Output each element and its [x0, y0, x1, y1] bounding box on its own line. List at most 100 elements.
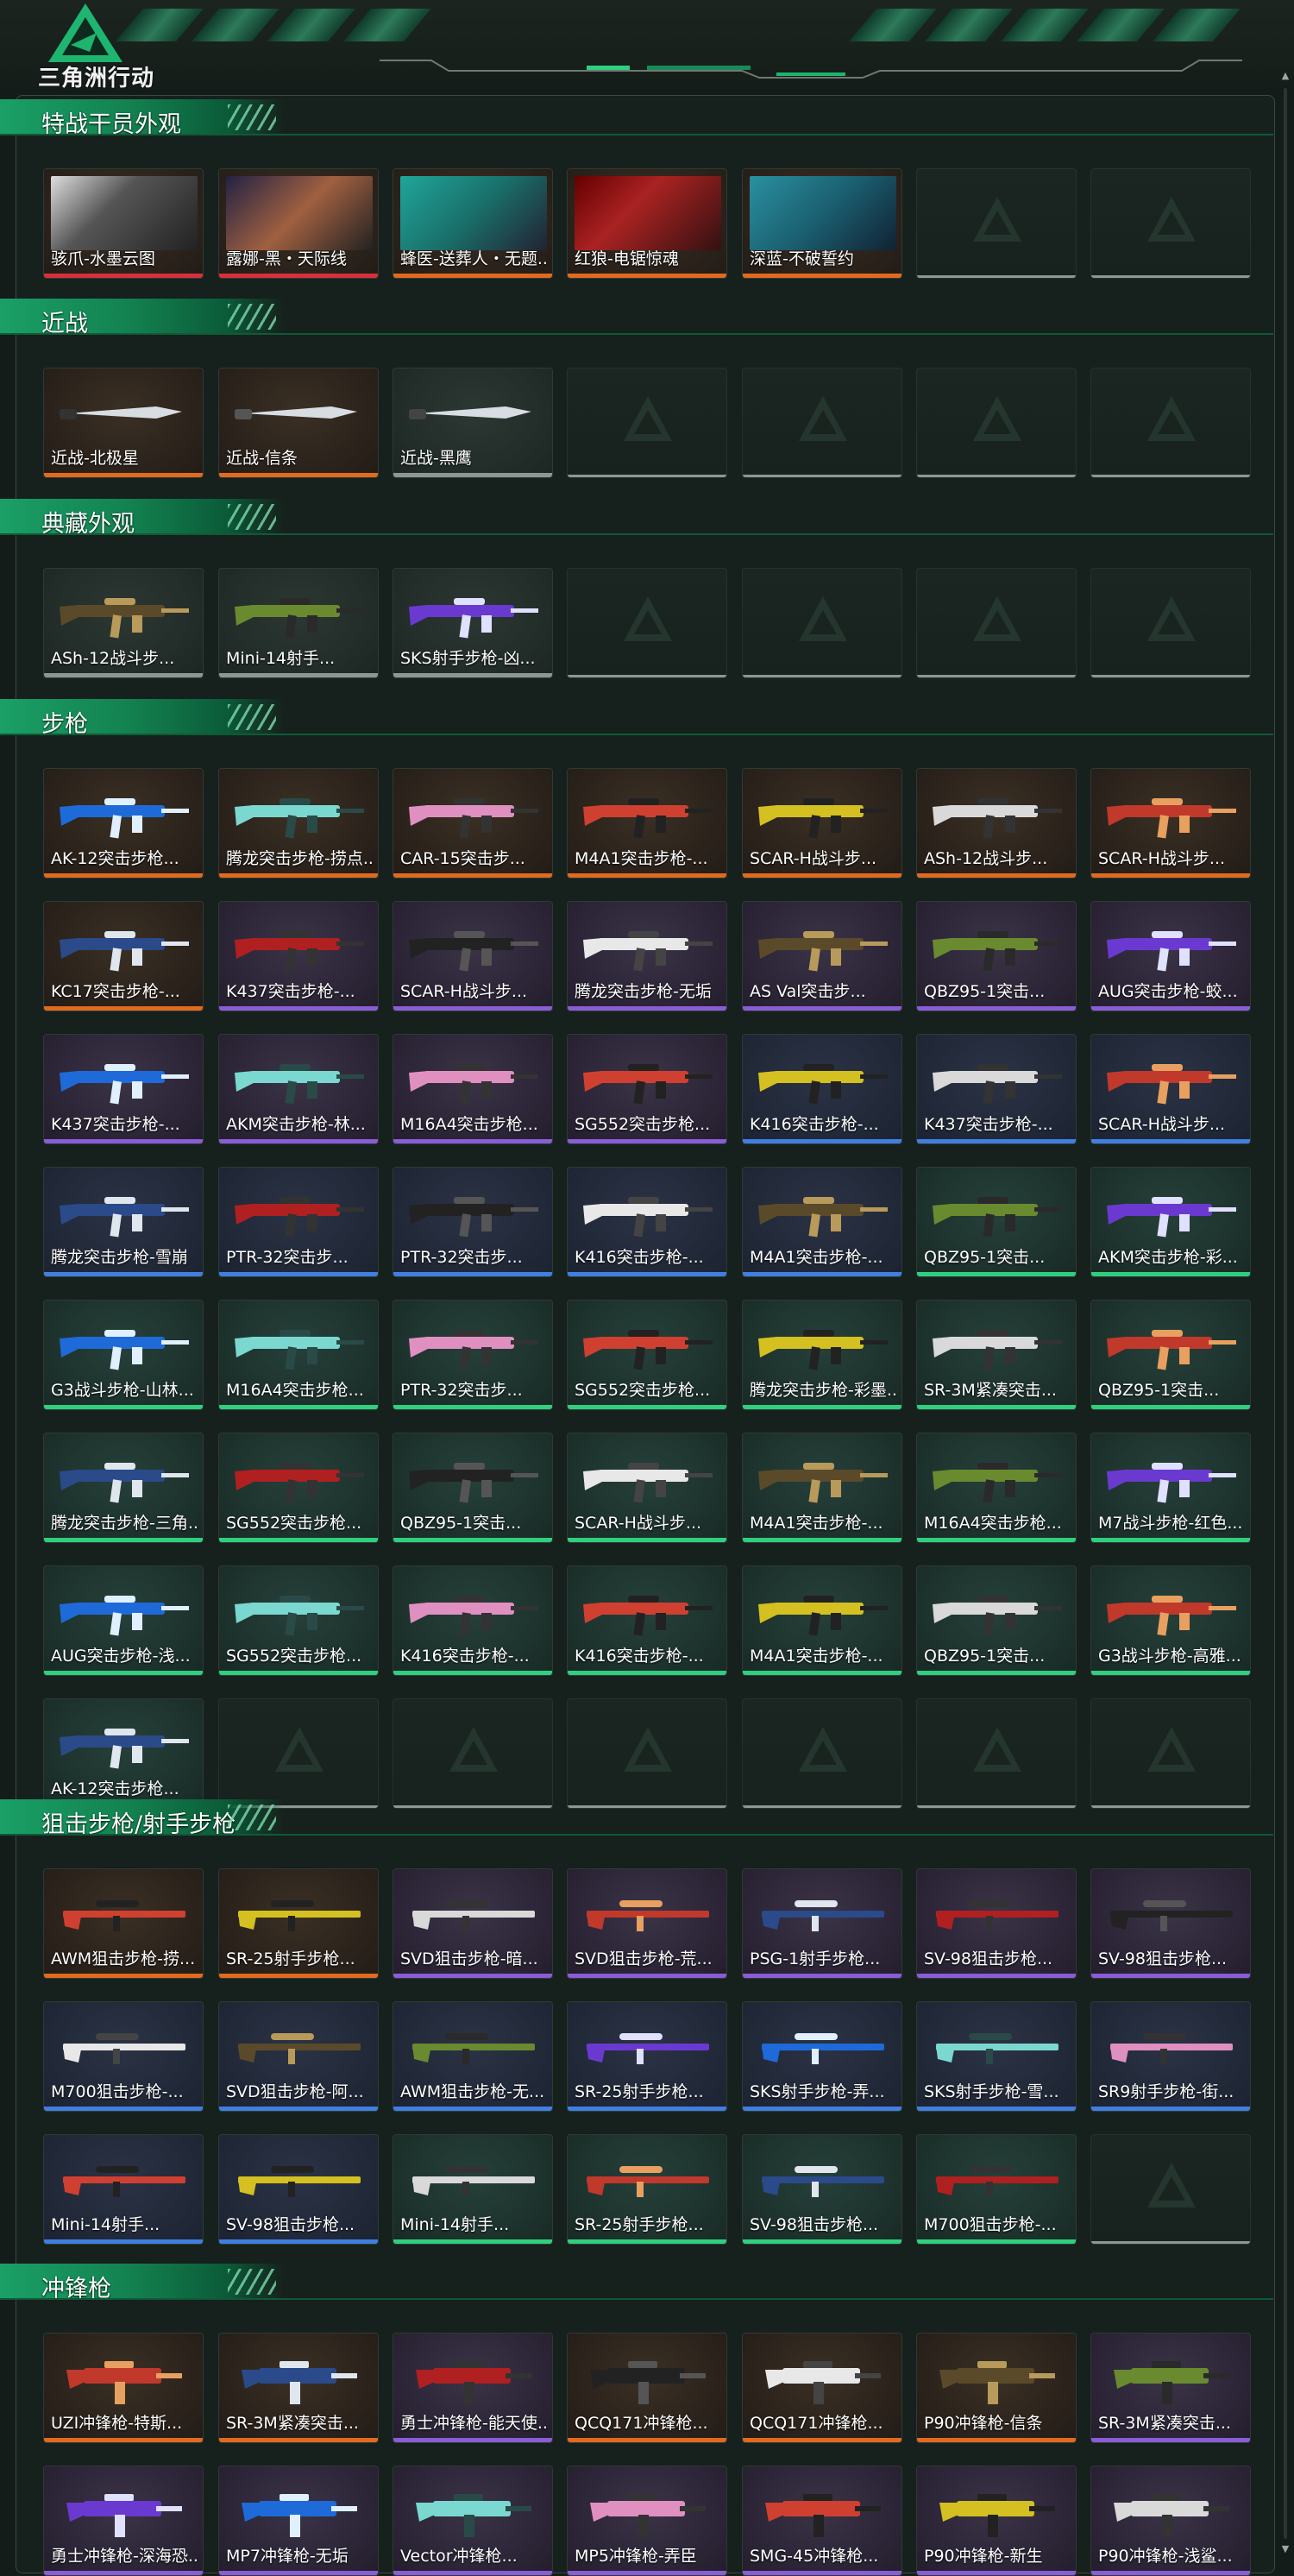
item-card[interactable]: K416突击步枪-... [742, 1034, 902, 1144]
item-card[interactable]: SVD狙击步枪-荒... [567, 1868, 727, 1979]
item-card[interactable]: MP5冲锋枪-弄臣 [567, 2466, 727, 2576]
item-card[interactable]: SR9射手步枪-街... [1090, 2001, 1251, 2112]
item-card[interactable]: 腾龙突击步枪-雪崩 [43, 1167, 204, 1277]
item-card[interactable]: QBZ95-1突击... [916, 1167, 1077, 1277]
item-card[interactable]: CAR-15突击步... [393, 768, 553, 879]
item-card[interactable]: SCAR-H战斗步... [393, 901, 553, 1011]
item-card[interactable]: SV-98狙击步枪... [218, 2134, 379, 2245]
item-card[interactable]: K437突击步枪-... [43, 1034, 204, 1144]
item-card[interactable]: 骇爪-水墨云图 [43, 168, 204, 279]
item-card[interactable]: SVD狙击步枪-暗... [393, 1868, 553, 1979]
item-card[interactable]: PTR-32突击步... [218, 1167, 379, 1277]
item-card[interactable]: AWM狙击步枪-捞... [43, 1868, 204, 1979]
item-card[interactable]: G3战斗步枪-高雅... [1090, 1565, 1251, 1676]
item-card[interactable]: SR-25射手步枪... [567, 2134, 727, 2245]
item-card[interactable]: SV-98狙击步枪... [916, 1868, 1077, 1979]
item-card[interactable]: AUG突击步枪-浅... [43, 1565, 204, 1676]
item-card[interactable]: M16A4突击步枪... [916, 1433, 1077, 1543]
item-card[interactable]: QCQ171冲锋枪... [742, 2333, 902, 2443]
item-card[interactable]: SG552突击步枪... [218, 1433, 379, 1543]
item-card[interactable]: QBZ95-1突击... [393, 1433, 553, 1543]
item-card[interactable]: ASh-12战斗步... [916, 768, 1077, 879]
item-card[interactable]: M4A1突击步枪-... [567, 768, 727, 879]
item-card[interactable]: 腾龙突击步枪-无垢 [567, 901, 727, 1011]
item-card[interactable]: P90冲锋枪-浅鲨... [1090, 2466, 1251, 2576]
item-card[interactable]: K416突击步枪-... [567, 1167, 727, 1277]
item-card[interactable]: SG552突击步枪... [218, 1565, 379, 1676]
item-card[interactable]: 近战-黑鹰 [393, 368, 553, 478]
item-card[interactable]: M4A1突击步枪-... [742, 1565, 902, 1676]
item-card[interactable]: M4A1突击步枪-... [742, 1167, 902, 1277]
item-card[interactable]: QCQ171冲锋枪... [567, 2333, 727, 2443]
item-card[interactable]: AK-12突击步枪... [43, 1698, 204, 1809]
item-card[interactable]: M16A4突击步枪... [218, 1300, 379, 1410]
item-card[interactable]: M700狙击步枪-... [916, 2134, 1077, 2245]
item-card[interactable]: 深蓝-不破誓约 [742, 168, 902, 279]
item-card[interactable]: SKS射手步枪-雪... [916, 2001, 1077, 2112]
item-card[interactable]: SV-98狙击步枪... [1090, 1868, 1251, 1979]
item-card[interactable]: SVD狙击步枪-阿... [218, 2001, 379, 2112]
item-card[interactable]: AKM突击步枪-林... [218, 1034, 379, 1144]
item-card[interactable]: 近战-信条 [218, 368, 379, 478]
item-card[interactable]: P90冲锋枪-信条 [916, 2333, 1077, 2443]
item-card[interactable]: QBZ95-1突击... [916, 901, 1077, 1011]
item-name: 近战-北极星 [51, 449, 139, 468]
item-card[interactable]: SMG-45冲锋枪... [742, 2466, 902, 2576]
item-card[interactable]: 近战-北极星 [43, 368, 204, 478]
item-card[interactable]: AS Val突击步... [742, 901, 902, 1011]
item-card[interactable]: 腾龙突击步枪-三角... [43, 1433, 204, 1543]
item-card[interactable]: PTR-32突击步... [393, 1167, 553, 1277]
item-card[interactable]: K416突击步枪-... [393, 1565, 553, 1676]
scroll-down-icon[interactable]: ▼ [1280, 2544, 1291, 2554]
item-card[interactable]: M7战斗步枪-红色... [1090, 1433, 1251, 1543]
item-card[interactable]: SCAR-H战斗步... [567, 1433, 727, 1543]
item-card[interactable]: M700狙击步枪-... [43, 2001, 204, 2112]
item-card[interactable]: PTR-32突击步... [393, 1300, 553, 1410]
item-card[interactable]: PSG-1射手步枪... [742, 1868, 902, 1979]
item-card[interactable]: AUG突击步枪-蛟... [1090, 901, 1251, 1011]
item-card[interactable]: ASh-12战斗步... [43, 568, 204, 678]
item-card[interactable]: K437突击步枪-... [916, 1034, 1077, 1144]
item-card[interactable]: SG552突击步枪... [567, 1300, 727, 1410]
item-card[interactable]: K416突击步枪-... [567, 1565, 727, 1676]
item-card[interactable]: AK-12突击步枪... [43, 768, 204, 879]
item-card[interactable]: 腾龙突击步枪-捞点... [218, 768, 379, 879]
item-card[interactable]: SR-3M紧凑突击... [1090, 2333, 1251, 2443]
item-card[interactable]: SCAR-H战斗步... [742, 768, 902, 879]
item-card[interactable]: 勇士冲锋枪-能天使... [393, 2333, 553, 2443]
item-card[interactable]: Mini-14射手... [43, 2134, 204, 2245]
item-card[interactable]: QBZ95-1突击... [1090, 1300, 1251, 1410]
item-card[interactable]: SCAR-H战斗步... [1090, 768, 1251, 879]
item-card[interactable]: SR-3M紧凑突击... [916, 1300, 1077, 1410]
item-card[interactable]: Mini-14射手... [393, 2134, 553, 2245]
item-card[interactable]: Vector冲锋枪... [393, 2466, 553, 2576]
scrollbar-track[interactable] [1284, 88, 1287, 2539]
item-card[interactable]: Mini-14射手... [218, 568, 379, 678]
item-card[interactable]: SKS射手步枪-弄... [742, 2001, 902, 2112]
item-card[interactable]: AWM狙击步枪-无... [393, 2001, 553, 2112]
item-card[interactable]: UZI冲锋枪-特斯... [43, 2333, 204, 2443]
item-card[interactable]: QBZ95-1突击... [916, 1565, 1077, 1676]
item-card[interactable]: 蜂医-送葬人・无题... [393, 168, 553, 279]
item-card[interactable]: MP7冲锋枪-无垢 [218, 2466, 379, 2576]
item-card[interactable]: 勇士冲锋枪-深海恐... [43, 2466, 204, 2576]
item-card[interactable]: SKS射手步枪-凶... [393, 568, 553, 678]
item-card[interactable]: SCAR-H战斗步... [1090, 1034, 1251, 1144]
item-card[interactable]: SG552突击步枪... [567, 1034, 727, 1144]
item-card[interactable]: 红狼-电锯惊魂 [567, 168, 727, 279]
item-card[interactable]: P90冲锋枪-新生 [916, 2466, 1077, 2576]
item-card[interactable]: M4A1突击步枪-... [742, 1433, 902, 1543]
item-card[interactable]: KC17突击步枪-... [43, 901, 204, 1011]
item-card[interactable]: SR-25射手步枪... [218, 1868, 379, 1979]
item-card[interactable]: K437突击步枪-... [218, 901, 379, 1011]
scrollbar[interactable]: ▲ ▼ [1280, 71, 1291, 2556]
item-card[interactable]: 露娜-黑・天际线 [218, 168, 379, 279]
item-card[interactable]: AKM突击步枪-彩... [1090, 1167, 1251, 1277]
scroll-up-icon[interactable]: ▲ [1280, 71, 1291, 81]
item-card[interactable]: M16A4突击步枪... [393, 1034, 553, 1144]
item-card[interactable]: 腾龙突击步枪-彩墨... [742, 1300, 902, 1410]
item-card[interactable]: G3战斗步枪-山林... [43, 1300, 204, 1410]
item-card[interactable]: SR-3M紧凑突击... [218, 2333, 379, 2443]
item-card[interactable]: SV-98狙击步枪... [742, 2134, 902, 2245]
item-card[interactable]: SR-25射手步枪... [567, 2001, 727, 2112]
